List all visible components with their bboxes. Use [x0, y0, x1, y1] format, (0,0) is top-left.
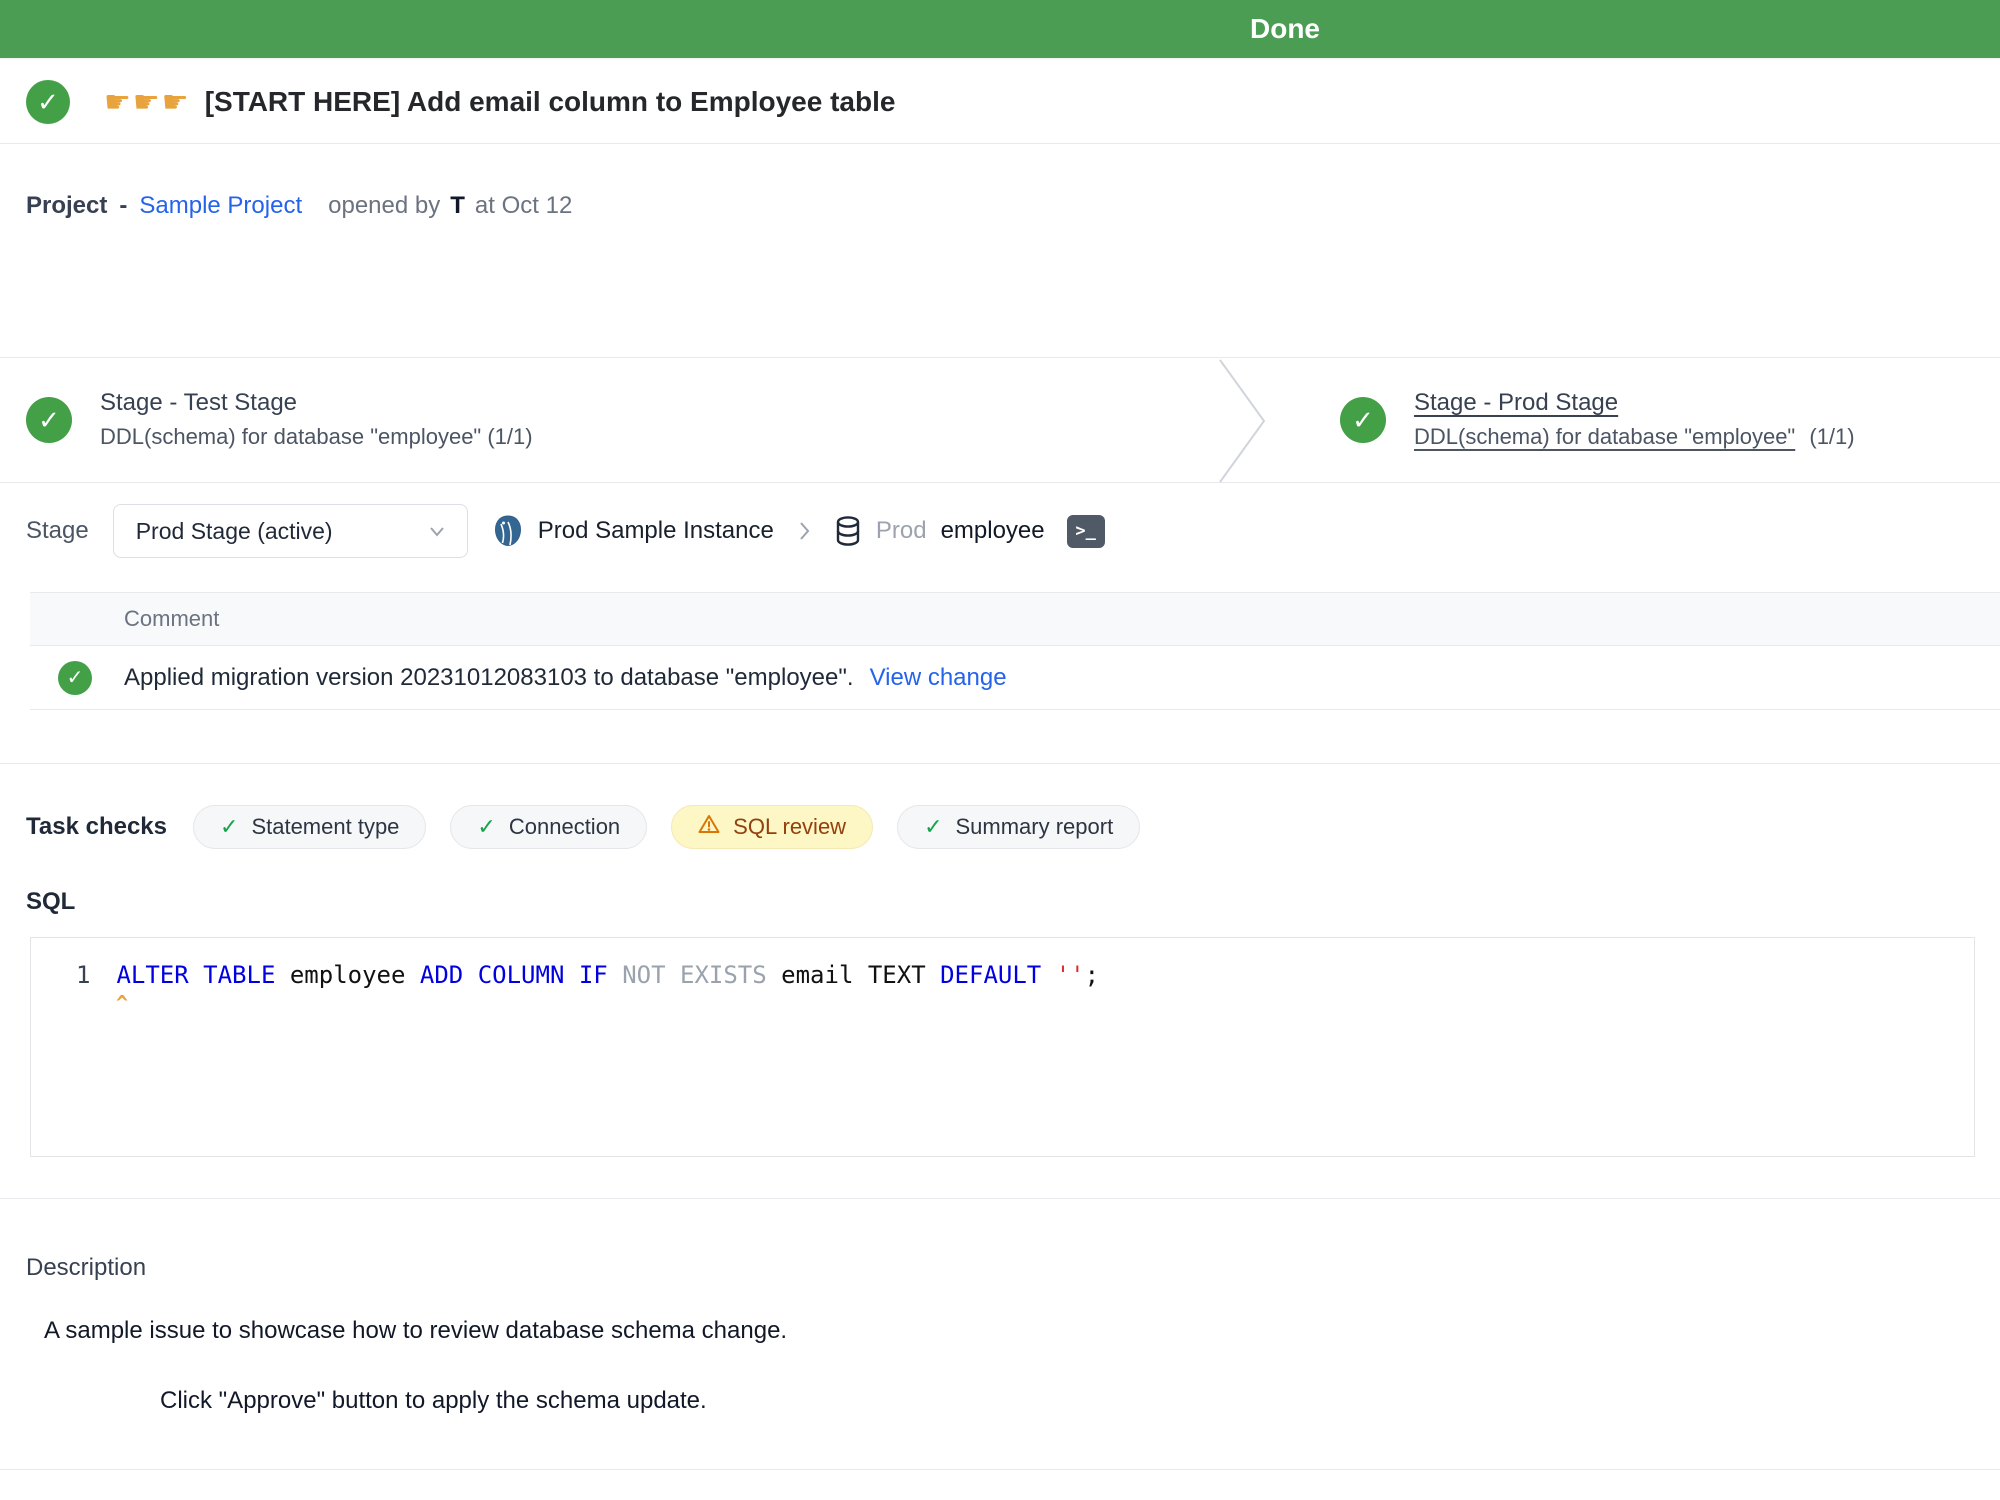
view-change-link[interactable]: View change [870, 664, 1007, 692]
check-icon: ✓ [220, 814, 238, 840]
stage-selector-row: Stage Prod Stage (active) Prod Sample In… [26, 504, 2000, 558]
divider [0, 1469, 2000, 1470]
sql-line-number: 1 [76, 960, 90, 990]
task-check-badges: ✓ Statement type ✓ Connection SQL review ✓ Sum… [193, 805, 1140, 849]
divider [0, 143, 2000, 144]
stage-prod-done-check-icon: ✓ [1340, 397, 1386, 443]
check-icon: ✓ [477, 814, 495, 840]
sql-token-plain: email TEXT [767, 961, 940, 989]
task-check-badge-connection[interactable]: ✓ Connection [450, 805, 647, 849]
description-line-1: A sample issue to showcase how to review… [44, 1317, 2000, 1345]
sql-warning-caret: ^ [116, 990, 1974, 1016]
creator-name: T [450, 192, 465, 220]
database-link[interactable]: employee [941, 517, 1045, 545]
opened-info: opened by T at Oct 12 [328, 192, 572, 220]
task-check-badge-label: Summary report [956, 814, 1114, 840]
issue-title-row: ✓ ☛☛☛ [START HERE] Add email column to E… [26, 80, 1974, 124]
stage-prod-subtitle: DDL(schema) for database "employee" (1/1… [1414, 422, 1855, 452]
task-checks-label: Task checks [26, 813, 167, 841]
issue-done-check-icon: ✓ [26, 80, 70, 124]
task-check-badge-label: Connection [509, 814, 620, 840]
comment-success-check-icon: ✓ [58, 661, 92, 695]
stage-selector-label: Stage [26, 517, 89, 545]
task-check-badge-sql-review[interactable]: SQL review [671, 805, 873, 849]
description-heading: Description [26, 1254, 2000, 1282]
sql-token-keyword: ALTER TABLE [116, 961, 275, 989]
status-banner-label: Done [1250, 13, 1320, 45]
issue-title-text: [START HERE] Add email column to Employe… [205, 86, 896, 118]
opened-at: at Oct 12 [475, 192, 572, 220]
task-check-badge-label: Statement type [251, 814, 399, 840]
instance-link[interactable]: Prod Sample Instance [538, 517, 774, 545]
task-check-badge-label: SQL review [733, 814, 846, 840]
divider [0, 1198, 2000, 1199]
sql-token-keyword: DEFAULT [940, 961, 1041, 989]
stage-prod-title: Stage - Prod Stage [1414, 388, 1855, 418]
stage-test-title: Stage - Test Stage [100, 388, 533, 418]
stage-stepper: ✓ Stage - Test Stage DDL(schema) for dat… [0, 357, 2000, 483]
sql-heading: SQL [26, 888, 2000, 916]
sql-code-line: 1 ALTER TABLE employee ADD COLUMN IF NOT… [31, 960, 1974, 990]
stage-item-prod[interactable]: ✓ Stage - Prod Stage DDL(schema) for dat… [1340, 358, 1855, 482]
issue-title: ☛☛☛ [START HERE] Add email column to Emp… [104, 85, 895, 120]
description-line-2: Click "Approve" button to apply the sche… [160, 1387, 2000, 1415]
chevron-down-icon [425, 519, 449, 543]
pointer-emoji-icon: ☛☛☛ [104, 85, 191, 120]
stage-select-value: Prod Stage (active) [136, 518, 333, 545]
sql-token-plain [608, 961, 622, 989]
stage-item-test[interactable]: ✓ Stage - Test Stage DDL(schema) for dat… [26, 358, 533, 482]
breadcrumb-chevron-icon [792, 518, 816, 544]
stage-prod-subtitle-suffix: (1/1) [1809, 424, 1854, 449]
project-label: Project [26, 192, 107, 220]
sql-token-muted: NOT EXISTS [622, 961, 767, 989]
comment-row: ✓ Applied migration version 202310120831… [30, 646, 2000, 710]
database-icon [834, 515, 862, 547]
task-check-badge-summary-report[interactable]: ✓ Summary report [897, 805, 1140, 849]
sql-token-keyword: ADD COLUMN IF [420, 961, 608, 989]
stage-test-subtitle: DDL(schema) for database "employee" (1/1… [100, 422, 533, 452]
postgresql-icon [492, 514, 524, 548]
sql-code-line-content: ALTER TABLE employee ADD COLUMN IF NOT E… [116, 960, 1099, 990]
comment-table: Comment ✓ Applied migration version 2023… [30, 592, 2000, 710]
status-banner: Done [0, 0, 2000, 58]
sql-token-plain [1041, 961, 1055, 989]
task-checks-row: Task checks ✓ Statement type ✓ Connection SQ… [26, 805, 2000, 849]
sql-token-plain: employee [275, 961, 420, 989]
database-breadcrumb: Prod Sample Instance Prod employee >_ [492, 514, 1105, 548]
sql-code-block[interactable]: 1 ALTER TABLE employee ADD COLUMN IF NOT… [30, 937, 1975, 1157]
stage-separator-chevron-icon [1218, 358, 1268, 484]
divider [0, 763, 2000, 764]
sql-token-plain: ; [1085, 961, 1099, 989]
comment-text: Applied migration version 20231012083103… [124, 664, 854, 692]
stage-test-done-check-icon: ✓ [26, 397, 72, 443]
sql-editor-terminal-button[interactable]: >_ [1067, 515, 1105, 548]
task-check-badge-statement-type[interactable]: ✓ Statement type [193, 805, 426, 849]
sql-token-string: '' [1056, 961, 1085, 989]
warning-triangle-icon [698, 814, 720, 840]
project-link[interactable]: Sample Project [139, 192, 302, 220]
stage-select-dropdown[interactable]: Prod Stage (active) [113, 504, 468, 558]
project-meta-row: Project - Sample Project opened by T at … [26, 192, 2000, 220]
opened-by-label: opened by [328, 192, 440, 220]
database-env-label: Prod [876, 517, 927, 545]
project-separator: - [119, 192, 127, 220]
check-icon: ✓ [924, 814, 942, 840]
comment-table-header: Comment [30, 592, 2000, 646]
stage-prod-subtitle-link: DDL(schema) for database "employee" [1414, 424, 1795, 449]
